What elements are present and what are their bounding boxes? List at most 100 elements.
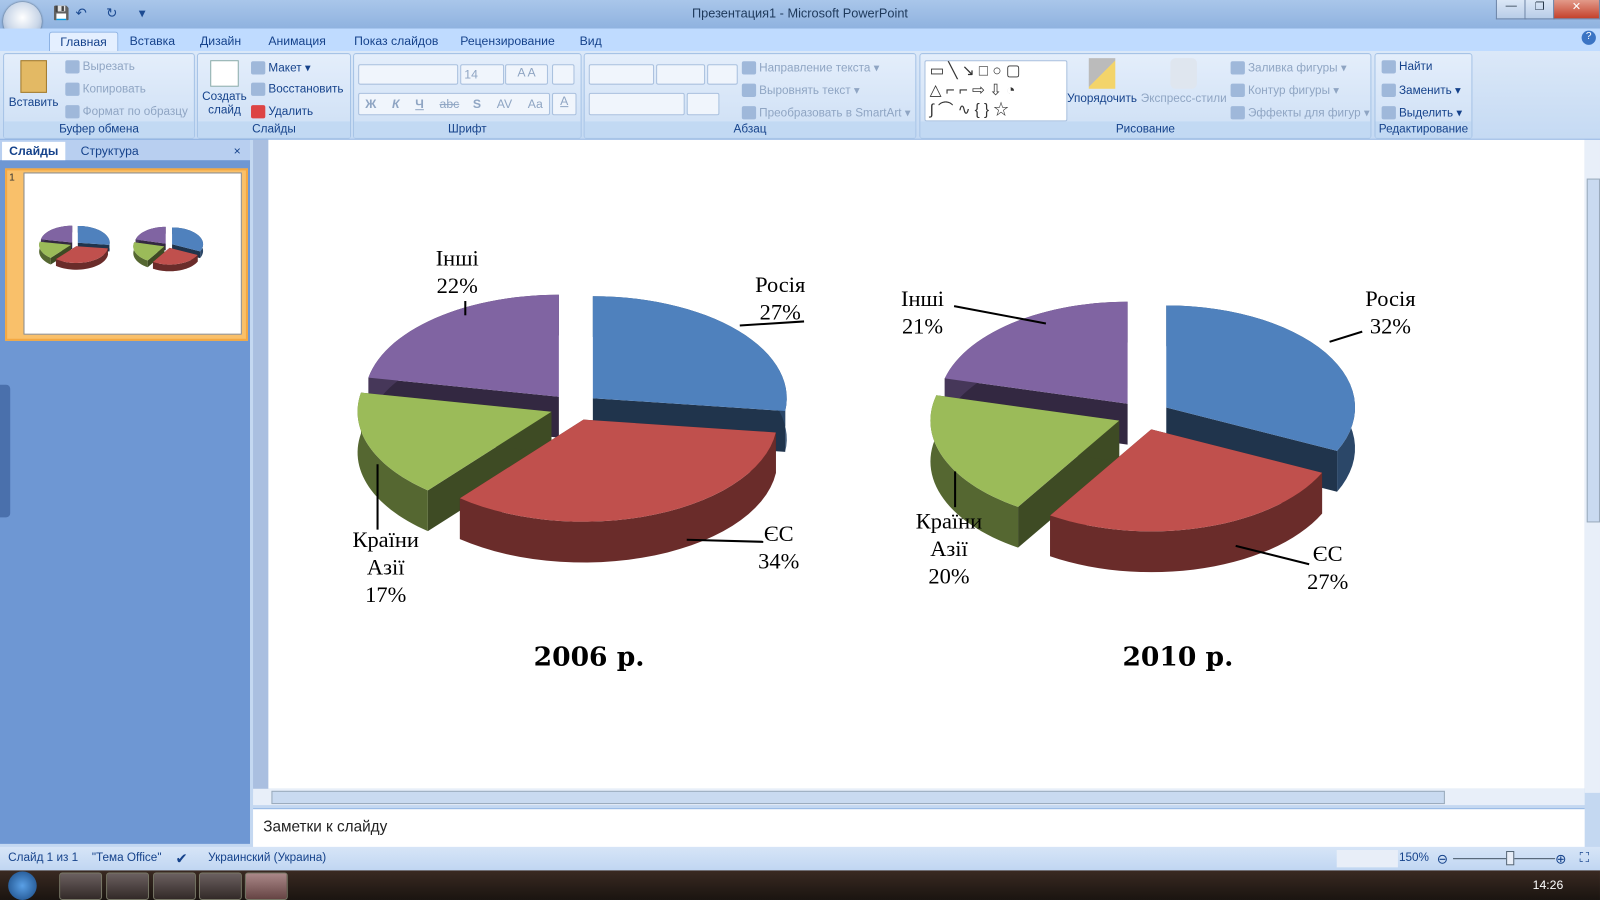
zoom-out-button[interactable]: ⊖ (1437, 851, 1448, 867)
tab-animation[interactable]: Анимация (258, 32, 336, 51)
shape-effects-button[interactable]: Эффекты для фигур ▾ (1230, 105, 1370, 120)
shape-fill-button[interactable]: Заливка фигуры ▾ (1230, 60, 1347, 75)
shape-outline-button[interactable]: Контур фигуры ▾ (1230, 83, 1339, 98)
layout-button[interactable]: Макет ▾ (251, 60, 311, 75)
chart-title-2006: 2006 р. (533, 641, 645, 673)
group-slides: Создать слайд Макет ▾ Восстановить Удали… (196, 53, 352, 139)
slide-counter: Слайд 1 из 1 (8, 852, 79, 865)
powerpoint-taskbar-icon[interactable] (244, 872, 288, 900)
change-case-button[interactable]: Aa (528, 97, 543, 111)
language[interactable]: Украинский (Украина) (208, 852, 326, 864)
smartart-button[interactable]: Преобразовать в SmartArt ▾ (741, 105, 911, 120)
tab-slideshow[interactable]: Показ слайдов (344, 32, 449, 51)
underline-button[interactable]: Ч (415, 97, 424, 111)
bold-button[interactable]: Ж (365, 97, 376, 111)
tab-outline[interactable]: Структура (73, 142, 145, 160)
redo-icon[interactable]: ↻ (106, 5, 117, 21)
delete-slide-button[interactable]: Удалить (251, 105, 313, 119)
italic-button[interactable]: К (392, 97, 400, 111)
pane-close-button[interactable]: × (227, 142, 248, 160)
font-size-select[interactable]: 14 (460, 64, 505, 85)
label-russia-2006: Росія 27% (755, 270, 805, 325)
clock: 14:26 (1532, 877, 1564, 892)
align-text-button[interactable]: Выровнять текст ▾ (741, 83, 860, 98)
undo-icon[interactable]: ↶ (76, 5, 87, 21)
fill-icon (1230, 61, 1245, 75)
help-icon[interactable]: ? (1581, 30, 1596, 45)
chart-title-2010: 2010 р. (1122, 641, 1234, 673)
font-color-button[interactable]: A (552, 92, 577, 116)
find-button[interactable]: Найти (1381, 60, 1432, 74)
leader-line (686, 538, 764, 543)
explorer-taskbar-icon[interactable] (153, 872, 196, 900)
copy-button[interactable]: Копировать (65, 82, 146, 96)
leader-lines (376, 301, 1363, 566)
reset-button[interactable]: Восстановить (251, 82, 344, 96)
minimize-button[interactable]: — (1495, 0, 1527, 20)
text-direction-button[interactable]: Направление текста ▾ (741, 60, 880, 75)
tab-slides[interactable]: Слайды (2, 141, 66, 161)
paste-button[interactable]: Вставить (8, 60, 59, 109)
shape-effects-label: Эффекты для фигур (1247, 107, 1361, 120)
word-taskbar-icon[interactable] (198, 872, 242, 900)
shapes-gallery[interactable]: ▭ ╲ ↘ □ ○ ▢ △ ⌐ ⌐ ⇨ ⇩ ◔ ∫ ⌒ ∿ { } ☆ (924, 60, 1068, 122)
zoom-slider-thumb[interactable] (1506, 851, 1515, 866)
restore-button[interactable]: ❐ (1524, 0, 1556, 20)
pane-splitter[interactable] (0, 384, 11, 518)
list-buttons[interactable] (588, 64, 655, 85)
theme-name: "Тема Office" (91, 852, 162, 865)
replace-button[interactable]: Заменить ▾ (1381, 83, 1461, 98)
category-label: Росія (1365, 285, 1416, 312)
tab-insert[interactable]: Вставка (119, 32, 185, 51)
format-painter-button[interactable]: Формат по образцу (65, 105, 188, 119)
font-name-select[interactable] (358, 64, 459, 85)
zoom-in-button[interactable]: ⊕ (1555, 851, 1566, 867)
layout-label: Макет (268, 62, 302, 75)
shadow-button[interactable]: S (473, 97, 481, 111)
zoom-level[interactable]: 150% (1399, 852, 1429, 864)
replace-label: Заменить (1398, 84, 1452, 97)
arrange-icon (1088, 58, 1116, 89)
skype-taskbar-icon[interactable] (106, 872, 149, 900)
spellcheck-icon[interactable]: ✔ (176, 850, 188, 867)
slide-canvas[interactable]: Росія 27% ЄС 34% Країни Азії 17% Інші 22% 20… (268, 139, 1585, 789)
notes-pane[interactable]: Заметки к слайду (253, 808, 1585, 847)
alignment-buttons[interactable] (588, 92, 685, 116)
tab-view[interactable]: Вид (569, 32, 612, 51)
zoom-slider[interactable] (1453, 858, 1556, 860)
editing-group-label: Редактирование (1375, 121, 1472, 138)
reset-label: Восстановить (268, 83, 344, 96)
line-spacing-button[interactable] (707, 64, 738, 85)
clear-format-button[interactable] (552, 64, 575, 85)
close-button[interactable]: ✕ (1553, 0, 1600, 20)
indent-buttons[interactable] (656, 64, 706, 85)
view-buttons[interactable] (1336, 849, 1398, 868)
tab-design[interactable]: Дизайн (190, 32, 252, 51)
columns-button[interactable] (686, 92, 720, 116)
arrange-button[interactable]: Упорядочить (1065, 58, 1138, 105)
chrome-taskbar-icon[interactable] (59, 872, 103, 900)
tab-home[interactable]: Главная (48, 31, 119, 53)
new-slide-icon (210, 60, 239, 87)
vertical-scrollbar[interactable] (1584, 139, 1600, 793)
quick-styles-button[interactable]: Экспресс-стили (1141, 58, 1227, 105)
tab-review[interactable]: Рецензирование (450, 32, 565, 51)
strikethrough-button[interactable]: abc (440, 97, 460, 111)
scroll-thumb[interactable] (1586, 178, 1600, 523)
arrange-label: Упорядочить (1067, 92, 1137, 106)
save-icon[interactable]: 💾 (53, 5, 70, 21)
customize-toolbar-icon[interactable]: ▾ (139, 5, 146, 21)
fit-to-window-button[interactable]: ⛶ (1580, 850, 1589, 866)
notes-placeholder: Заметки к слайду (263, 818, 388, 836)
start-button[interactable] (8, 871, 37, 900)
label-asia-2010: Країни Азії 20% (903, 507, 995, 590)
ribbon: Вставить Вырезать Копировать Формат по о… (0, 51, 1600, 140)
horizontal-scrollbar[interactable] (253, 788, 1585, 806)
select-button[interactable]: Выделить ▾ (1381, 105, 1462, 120)
char-spacing-button[interactable]: AV (497, 97, 512, 111)
cut-button[interactable]: Вырезать (65, 60, 135, 74)
new-slide-button[interactable]: Создать слайд (200, 60, 249, 117)
font-grow-shrink[interactable]: A A (505, 64, 548, 85)
scroll-thumb[interactable] (271, 790, 1445, 805)
slide-thumbnail[interactable]: 1 (5, 168, 248, 341)
